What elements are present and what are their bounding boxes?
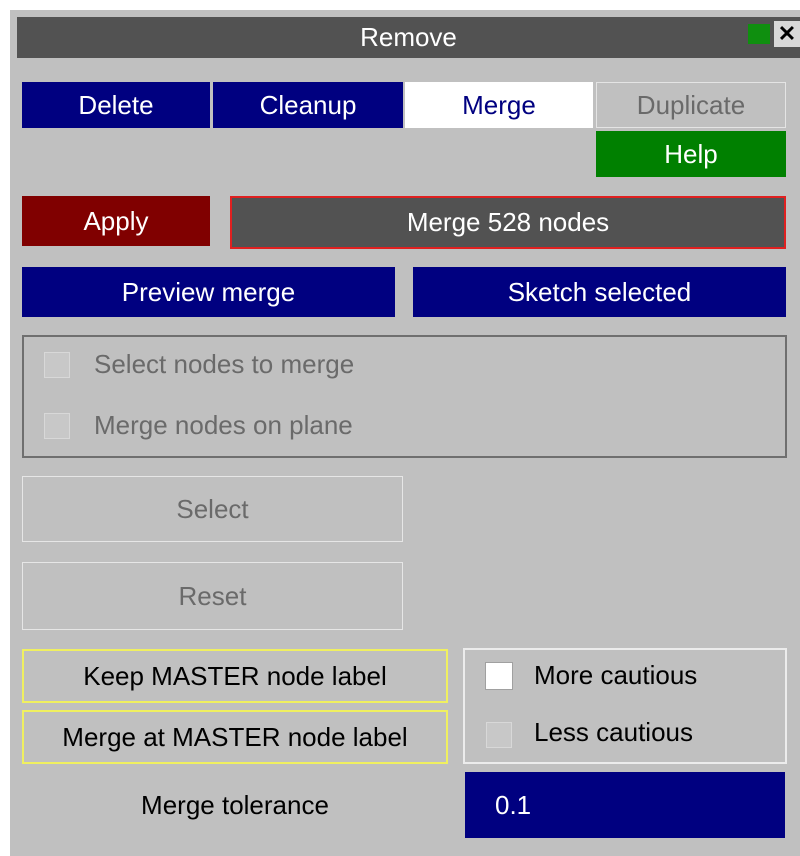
apply-button[interactable]: Apply xyxy=(22,196,210,246)
reset-button[interactable]: Reset xyxy=(22,562,403,630)
select-nodes-checkbox[interactable] xyxy=(44,352,70,378)
select-button-label: Select xyxy=(176,493,249,524)
close-icon[interactable]: ✕ xyxy=(774,21,800,47)
tab-delete-label: Delete xyxy=(78,89,154,120)
merge-tolerance-input[interactable]: 0.1 xyxy=(465,772,785,838)
window-title: Remove xyxy=(360,22,457,52)
merge-on-plane-label: Merge nodes on plane xyxy=(94,410,353,440)
more-cautious-checkbox[interactable] xyxy=(485,662,513,690)
merge-status-display: Merge 528 nodes xyxy=(230,196,786,249)
preview-merge-label: Preview merge xyxy=(121,276,296,307)
less-cautious-label: Less cautious xyxy=(534,717,693,747)
merge-at-master-label: Merge at MASTER node label xyxy=(62,721,408,752)
keep-master-node-label-button[interactable]: Keep MASTER node label xyxy=(22,649,448,703)
tab-cleanup-label: Cleanup xyxy=(259,89,357,120)
merge-tolerance-label: Merge tolerance xyxy=(141,789,329,820)
status-indicator-icon xyxy=(748,24,770,44)
help-button[interactable]: Help xyxy=(596,131,786,177)
tab-duplicate-label: Duplicate xyxy=(636,89,746,120)
less-cautious-checkbox[interactable] xyxy=(486,722,512,748)
merge-at-master-node-label-button[interactable]: Merge at MASTER node label xyxy=(22,710,448,764)
merge-status-text: Merge 528 nodes xyxy=(406,207,610,237)
apply-button-label: Apply xyxy=(83,205,149,236)
select-button[interactable]: Select xyxy=(22,476,403,542)
sketch-selected-button[interactable]: Sketch selected xyxy=(413,267,786,317)
sketch-selected-label: Sketch selected xyxy=(507,276,692,307)
select-nodes-label: Select nodes to merge xyxy=(94,349,355,379)
tab-cleanup[interactable]: Cleanup xyxy=(213,82,403,128)
tab-delete[interactable]: Delete xyxy=(22,82,210,128)
tab-merge-label: Merge xyxy=(462,89,536,120)
preview-merge-button[interactable]: Preview merge xyxy=(22,267,395,317)
merge-on-plane-checkbox[interactable] xyxy=(44,413,70,439)
keep-master-label: Keep MASTER node label xyxy=(83,660,387,691)
title-bar: Remove xyxy=(17,17,800,58)
tab-merge[interactable]: Merge xyxy=(405,82,593,128)
more-cautious-label: More cautious xyxy=(534,660,698,690)
merge-tolerance-value: 0.1 xyxy=(495,789,532,820)
reset-button-label: Reset xyxy=(178,580,247,611)
help-button-label: Help xyxy=(664,138,718,169)
tab-duplicate[interactable]: Duplicate xyxy=(596,82,786,128)
